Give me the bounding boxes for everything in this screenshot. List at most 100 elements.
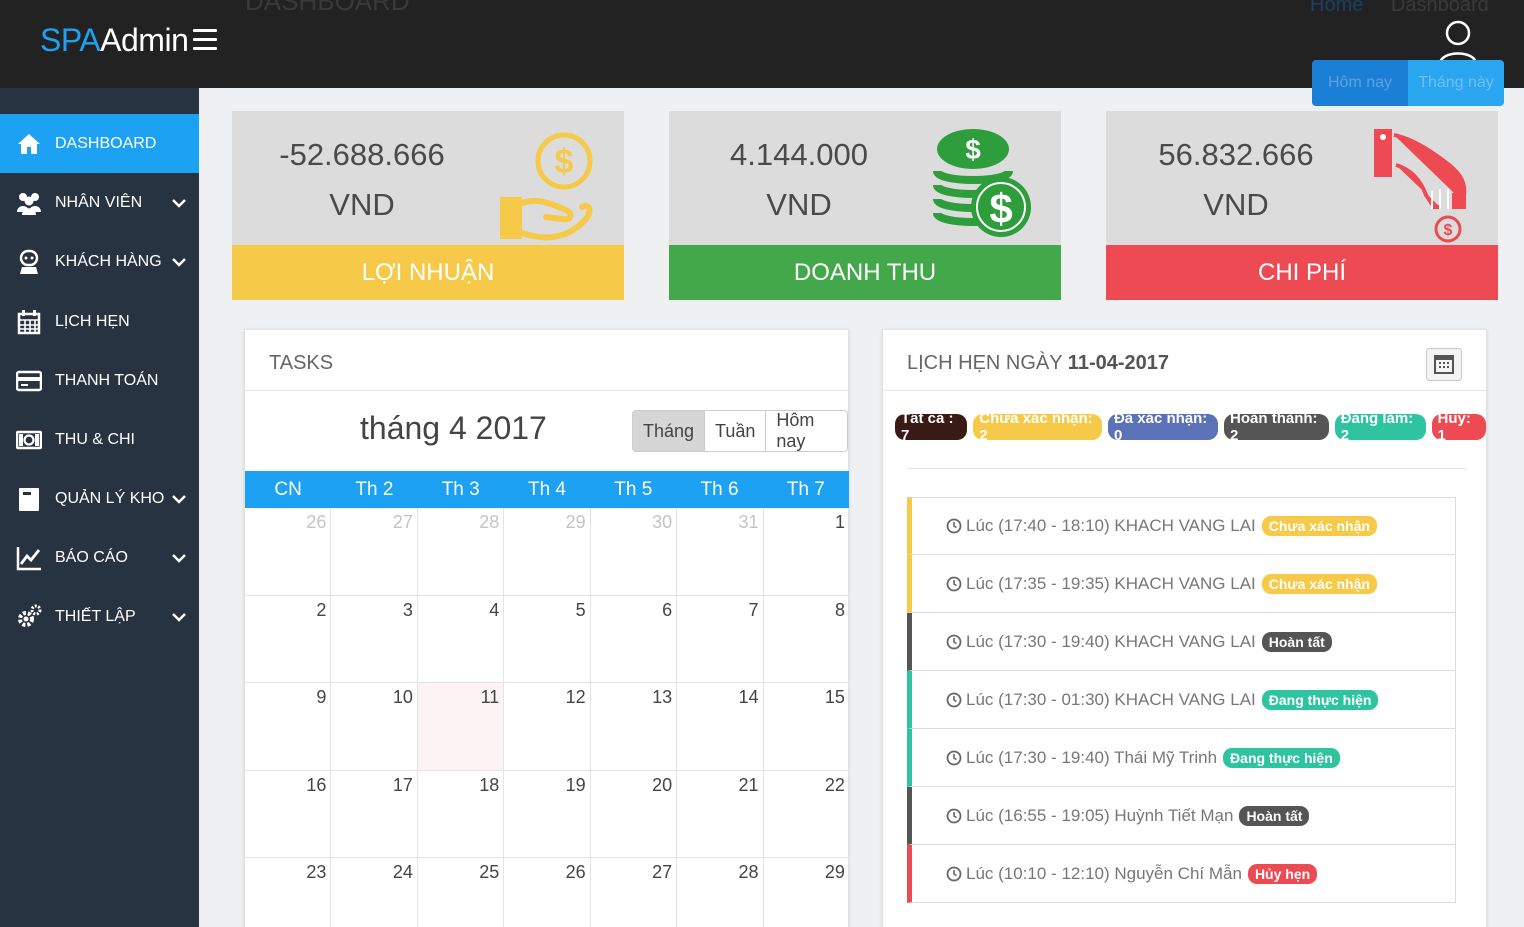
calendar-day[interactable]: 28 [677,858,764,927]
sidebar-item-nhan-vien[interactable]: NHÂN VIÊN [0,173,199,232]
sidebar-item-label: DASHBOARD [55,134,157,152]
calendar-day[interactable]: 27 [331,508,418,595]
calendar-week: 9 10 11 12 13 14 15 [245,683,849,771]
sidebar-item-label: LỊCH HẸN [55,312,130,330]
app-logo[interactable]: SPAAdmin [40,22,189,59]
calendar-day[interactable]: 25 [418,858,505,927]
calendar-day[interactable]: 16 [245,770,332,857]
calendar-day-today[interactable]: 11 [417,683,505,770]
calendar-day[interactable]: 22 [764,771,849,858]
sidebar-item-thanh-toan[interactable]: THANH TOÁN [0,351,199,410]
calendar-icon [17,309,41,334]
breadcrumb-home-link[interactable]: Home [1310,0,1363,16]
calendar-day[interactable]: 6 [591,595,678,682]
coin-stack-icon: $ $ [933,129,1031,237]
weekday-label: Th 7 [786,478,825,500]
calendar-day[interactable]: 21 [677,770,764,857]
appointments-title-prefix: LỊCH HẸN NGÀY [907,352,1063,374]
appointment-item[interactable]: Lúc (17:35 - 19:35) KHACH VANG LAI Chưa … [907,555,1456,613]
profit-card: -52.688.666 VND $ LỢI NHUẬN [232,111,624,300]
calendar-day[interactable]: 20 [591,770,678,857]
status-badge: Hủy hẹn [1247,863,1318,884]
tasks-divider [245,390,848,391]
calendar-day[interactable]: 10 [331,683,418,770]
calendar-day[interactable]: 14 [677,683,764,770]
appointment-text: Lúc (10:10 - 12:10) Nguyễn Chí Mẫn [966,863,1242,883]
menu-toggle-icon[interactable] [193,29,217,51]
calendar-day[interactable]: 27 [591,858,678,927]
calendar-day[interactable]: 17 [331,770,418,857]
calendar-day[interactable]: 29 [764,858,849,927]
calendar-picker-icon[interactable] [1426,348,1462,381]
view-week-button[interactable]: Tuần [704,411,765,451]
range-month-button[interactable]: Tháng này [1408,60,1504,106]
calendar-day[interactable]: 7 [677,595,764,682]
calendar-day[interactable]: 1 [764,508,849,595]
calendar-day[interactable]: 29 [504,508,591,595]
status-badge: Chưa xác nhận [1261,573,1377,594]
calendar-week: 26 27 28 29 30 31 1 [245,508,849,596]
range-today-button[interactable]: Hôm nay [1312,60,1408,106]
filter-unconfirmed-badge[interactable]: Chưa xác nhận: 2 [973,410,1102,444]
calendar-day[interactable]: 13 [591,683,678,770]
appointment-item[interactable]: Lúc (17:30 - 19:40) Thái Mỹ Trinh Đang t… [907,729,1456,787]
sidebar-item-quan-ly-kho[interactable]: QUẢN LÝ KHO [0,469,199,528]
chevron-down-icon [172,257,186,267]
filter-confirmed-badge[interactable]: Đã xác nhận: 0 [1107,410,1219,444]
sidebar-item-khach-hang[interactable]: KHÁCH HÀNG [0,232,199,291]
filter-cancelled-badge[interactable]: Huỷ: 1 [1431,410,1486,444]
breadcrumb-current: Dashboard [1390,0,1489,16]
calendar-day[interactable]: 3 [331,595,418,682]
revenue-amount: 4.144.000 [730,137,868,172]
profit-unit: VND [329,187,395,222]
appointment-item[interactable]: Lúc (16:55 - 19:05) Huỳnh Tiết Mạn Hoàn … [907,787,1456,845]
appointment-item[interactable]: Lúc (17:30 - 19:40) KHACH VANG LAI Hoàn … [907,613,1456,671]
sidebar-item-thiet-lap[interactable]: THIẾT LẬP [0,587,199,646]
calendar-day[interactable]: 31 [677,508,764,595]
calendar-day[interactable]: 23 [245,858,332,927]
revenue-card: 4.144.000 VND $ $ DOANH THU [669,111,1061,300]
calendar-day[interactable]: 2 [245,595,332,682]
appointment-item[interactable]: Lúc (10:10 - 12:10) Nguyễn Chí Mẫn Hủy h… [907,845,1456,903]
calendar-day[interactable]: 9 [245,683,332,770]
filter-in-progress-badge[interactable]: Đang làm: 2 [1334,410,1426,444]
appointment-item[interactable]: Lúc (17:40 - 18:10) KHACH VANG LAI Chưa … [907,497,1456,555]
revenue-label: DOANH THU [669,245,1061,300]
sidebar-item-thu-chi[interactable]: THU & CHI [0,410,199,469]
pay-hand-icon: $ [1374,129,1467,243]
calendar-day[interactable]: 30 [591,508,678,595]
calendar-day[interactable]: 12 [504,683,591,770]
sidebar-item-bao-cao[interactable]: BÁO CÁO [0,528,199,587]
appointments-panel: LỊCH HẸN NGÀY 11-04-2017 Tất cả : 7 Chưa… [882,329,1487,927]
view-today-button[interactable]: Hôm nay [765,411,847,451]
sidebar-item-dashboard[interactable]: DASHBOARD [0,114,199,173]
sidebar: DASHBOARD NHÂN VIÊN KHÁCH HÀNG LỊCH HẸN … [0,88,199,927]
appointment-text: Lúc (17:30 - 19:40) KHACH VANG LAI [966,631,1256,651]
credit-card-icon [16,370,42,391]
calendar-day[interactable]: 28 [418,508,505,595]
tasks-title: TASKS [269,352,334,374]
chart-icon [16,546,41,570]
calendar-day[interactable]: 5 [504,595,591,682]
filter-all-badge[interactable]: Tất cả : 7 [895,410,968,444]
sidebar-item-lich-hen[interactable]: LỊCH HẸN [0,292,199,351]
calendar-day[interactable]: 26 [504,858,591,927]
calendar-day[interactable]: 15 [764,683,849,770]
calendar-day[interactable]: 26 [245,508,332,595]
clock-icon [946,576,962,591]
calendar-day[interactable]: 18 [418,770,505,857]
calendar-day[interactable]: 4 [418,595,505,682]
sidebar-item-label: QUẢN LÝ KHO [55,489,165,507]
cost-card: 56.832.666 VND $ CHI PHÍ [1106,111,1498,300]
filter-completed-badge[interactable]: Hoàn thành: 2 [1224,410,1329,444]
calendar-grid: 26 27 28 29 30 31 1 2 3 4 5 6 7 8 9 10 1… [245,508,849,927]
appointment-item[interactable]: Lúc (17:30 - 01:30) KHACH VANG LAI Đang … [907,671,1456,729]
top-header: DASHBOARD SPAAdmin Home Dashboard [0,0,1524,88]
calendar-view-toggle: Tháng Tuần Hôm nay [632,410,848,452]
weekday-label: Th 4 [527,478,566,500]
status-badge: Hoàn tất [1261,631,1332,652]
calendar-day[interactable]: 19 [504,770,591,857]
calendar-day[interactable]: 24 [331,858,418,927]
view-month-button[interactable]: Tháng [633,411,705,451]
calendar-day[interactable]: 8 [764,596,849,683]
